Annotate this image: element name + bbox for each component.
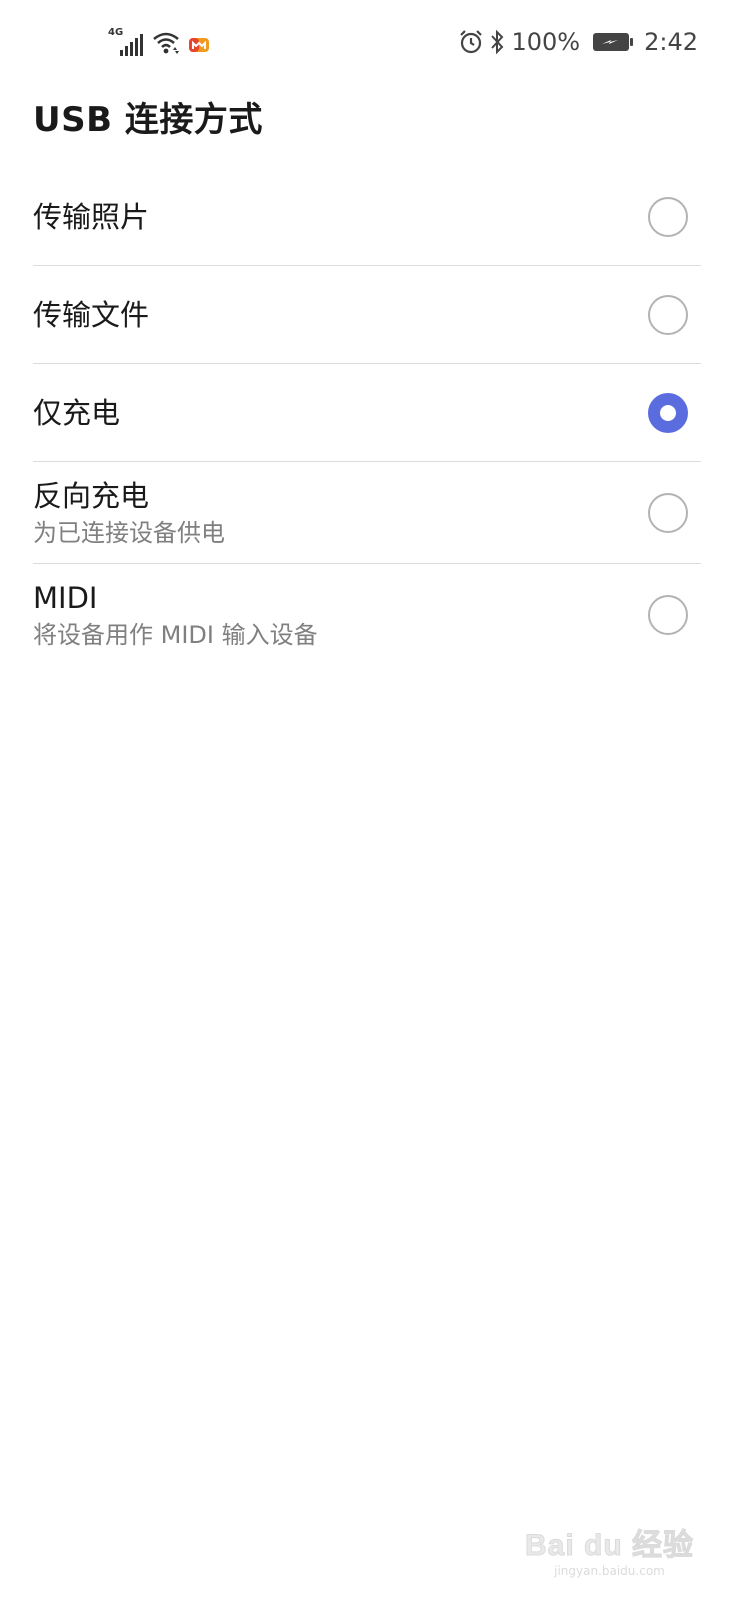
option-subtitle: 为已连接设备供电 <box>33 518 225 547</box>
status-bar: 4G 100% 2:42 <box>0 0 748 86</box>
option-title: 传输照片 <box>33 199 150 234</box>
status-bar-left: 4G <box>108 28 210 56</box>
alarm-icon <box>460 30 483 54</box>
watermark-url: jingyan.baidu.com <box>554 1564 665 1578</box>
status-bar-right: 100% 2:42 <box>459 26 698 58</box>
radio-button[interactable] <box>648 294 688 335</box>
option-title: 反向充电 <box>33 478 150 513</box>
option-title: 仅充电 <box>33 395 121 430</box>
wifi-icon <box>153 32 179 54</box>
bluetooth-icon <box>491 29 504 55</box>
usb-mode-list: 传输照片 传输文件 仅充电 反向充电 为已连接设备供电 MIDI 将设备用作 M… <box>33 168 701 665</box>
signal-icon: 4G <box>108 28 144 56</box>
option-midi[interactable]: MIDI 将设备用作 MIDI 输入设备 <box>33 564 701 665</box>
option-title: 传输文件 <box>33 297 150 332</box>
option-subtitle: 将设备用作 MIDI 输入设备 <box>33 620 318 649</box>
watermark: Bai du 经验 jingyan.baidu.com <box>524 1520 694 1579</box>
option-charge-only[interactable]: 仅充电 <box>33 364 701 462</box>
watermark-logo: Bai du 经验 <box>524 1529 694 1563</box>
app-notification-icon <box>189 38 209 52</box>
status-time: 2:42 <box>644 28 698 56</box>
page-title: USB 连接方式 <box>33 100 263 140</box>
option-reverse-charging[interactable]: 反向充电 为已连接设备供电 <box>33 462 701 564</box>
radio-button[interactable] <box>648 492 688 533</box>
option-transfer-photos[interactable]: 传输照片 <box>33 168 701 266</box>
radio-button[interactable] <box>648 196 688 237</box>
battery-percent: 100% <box>511 28 581 56</box>
radio-button-selected[interactable] <box>648 392 688 433</box>
radio-button[interactable] <box>648 594 688 635</box>
battery-charging-icon <box>593 33 634 51</box>
option-transfer-files[interactable]: 传输文件 <box>33 266 701 364</box>
option-title: MIDI <box>33 580 98 615</box>
